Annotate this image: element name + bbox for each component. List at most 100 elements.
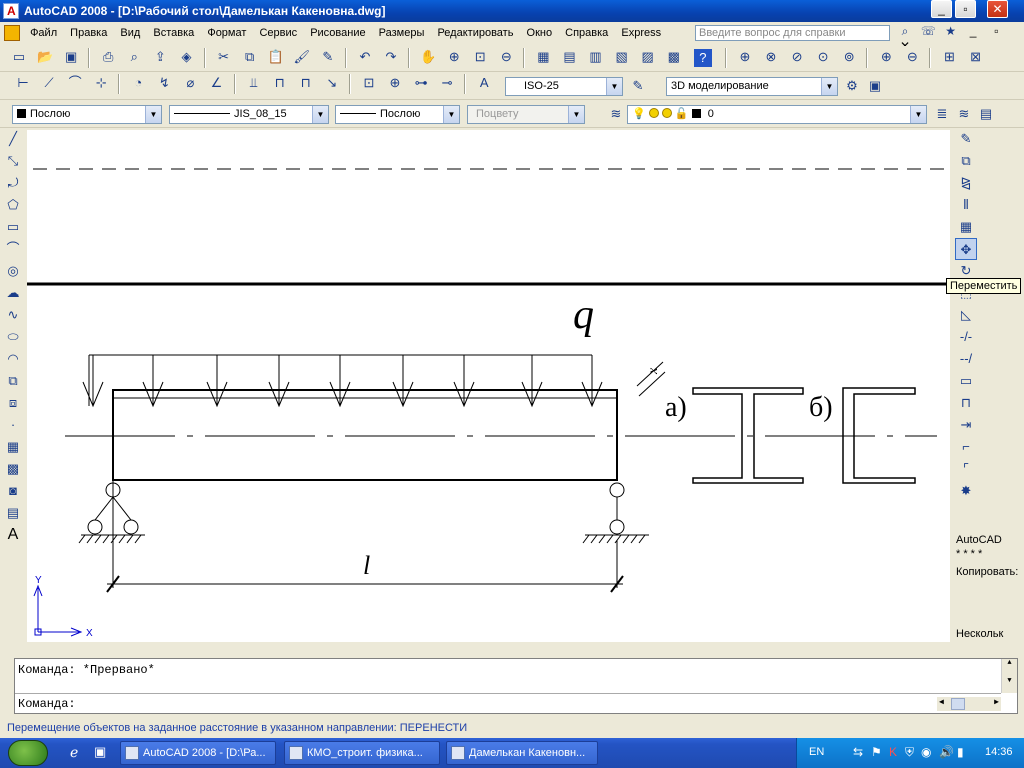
viewport-freeze-icon[interactable] <box>661 108 672 118</box>
stretch-icon[interactable]: ◺ <box>955 304 977 326</box>
doc-minimize-icon[interactable]: _ <box>963 24 983 38</box>
block-editor-icon[interactable]: ✎ <box>317 47 339 69</box>
lock-icon[interactable]: 🔓 <box>675 108 689 120</box>
sheet-set-icon[interactable]: ▧ <box>611 47 633 69</box>
match-properties-icon[interactable]: 🖌 <box>291 47 313 69</box>
3d-dwf-icon[interactable]: ◈ <box>175 47 197 69</box>
scroll-right-icon[interactable]: ▶ <box>994 697 999 707</box>
menu-dimension[interactable]: Размеры <box>374 22 430 44</box>
task-damelkan[interactable]: Дамелькан Какеновн... <box>446 741 598 765</box>
chevron-down-icon[interactable]: ▼ <box>145 106 161 123</box>
linetype-dropdown[interactable]: JIS_08_15 ▼ <box>169 105 329 124</box>
scroll-up-icon[interactable]: ▲ <box>1002 659 1017 667</box>
chevron-down-icon[interactable]: ▼ <box>821 78 837 95</box>
copy-object-icon[interactable]: ⧉ <box>955 150 977 172</box>
open-icon[interactable]: 📂 <box>34 47 56 69</box>
circle-icon[interactable]: ◎ <box>2 260 24 282</box>
linear-dim-icon[interactable]: ⊢ <box>12 73 34 95</box>
volume-icon[interactable]: 🔊 <box>939 745 954 759</box>
continue-dim-icon[interactable]: ⊓ <box>295 73 317 95</box>
pan-icon[interactable]: ✋ <box>417 47 439 69</box>
network-icon[interactable]: ⇆ <box>853 745 863 759</box>
revision-cloud-icon[interactable]: ☁ <box>2 282 24 304</box>
break-at-point-icon[interactable]: ▭ <box>955 370 977 392</box>
menu-draw[interactable]: Рисование <box>305 22 370 44</box>
autocad-app-icon[interactable] <box>3 3 19 19</box>
workspace-dropdown[interactable]: 3D моделирование ▼ <box>666 77 838 96</box>
jogged-linear-icon[interactable]: ⊸ <box>436 73 458 95</box>
lightbulb-icon[interactable]: 💡 <box>632 108 646 120</box>
update-icon[interactable]: ◉ <box>921 745 931 759</box>
angular-dim-icon[interactable]: ∠ <box>206 73 228 95</box>
properties-icon[interactable]: ▦ <box>532 47 554 69</box>
zoom-previous-icon[interactable]: ⊖ <box>495 47 517 69</box>
tool-palettes-icon[interactable]: ▥ <box>585 47 607 69</box>
line-icon[interactable]: ╱ <box>2 128 24 150</box>
new-icon[interactable]: ▭ <box>8 47 30 69</box>
point-icon[interactable]: · <box>2 414 24 436</box>
menu-help[interactable]: Справка <box>560 22 613 44</box>
ie-quicklaunch-icon[interactable]: ℯ <box>70 744 78 761</box>
move-icon[interactable]: ✥ <box>955 238 977 260</box>
markup-icon[interactable]: ▨ <box>637 47 659 69</box>
explode-icon[interactable]: ✸ <box>955 480 977 502</box>
communication-icon[interactable]: ☏ <box>918 24 938 38</box>
task-kmo[interactable]: КМО_строит. физика... <box>284 741 440 765</box>
layer-previous-icon[interactable]: ≋ <box>953 104 975 126</box>
close-button[interactable]: ✕ <box>987 0 1008 18</box>
task-autocad[interactable]: AutoCAD 2008 - [D:\Ра... <box>120 741 276 765</box>
design-center-icon[interactable]: ▤ <box>559 47 581 69</box>
publish-icon[interactable]: ⇪ <box>149 47 171 69</box>
minimize-button[interactable]: _ <box>931 0 952 18</box>
hatch-icon[interactable]: ▦ <box>2 436 24 458</box>
tolerance-icon[interactable]: ⊡ <box>358 73 380 95</box>
dim-style-manager-icon[interactable]: ✎ <box>627 76 649 98</box>
layer-dropdown[interactable]: 💡 🔓 0 ▼ <box>627 105 927 124</box>
show-desktop-icon[interactable]: ▣ <box>94 744 106 760</box>
zoom-realtime-2-icon[interactable]: ⊕ <box>734 47 756 69</box>
print-preview-icon[interactable]: ⌕ <box>123 47 145 69</box>
menu-edit[interactable]: Правка <box>65 22 112 44</box>
drawing-canvas[interactable]: q x <box>27 130 950 642</box>
menu-view[interactable]: Вид <box>115 22 145 44</box>
scroll-left-icon[interactable]: ◀ <box>939 697 944 707</box>
app-menu-icon[interactable] <box>4 25 20 41</box>
construction-line-icon[interactable]: ⤡ <box>2 150 24 172</box>
paste-icon[interactable]: 📋 <box>265 47 287 69</box>
menu-modify[interactable]: Редактировать <box>432 22 518 44</box>
color-dropdown[interactable]: Послою ▼ <box>12 105 162 124</box>
workspace-save-icon[interactable]: ▣ <box>864 76 886 98</box>
layer-manager-icon[interactable]: ≋ <box>605 104 627 126</box>
dim-edit-icon[interactable]: A <box>473 73 495 95</box>
jogged-dim-icon[interactable]: ↯ <box>153 73 175 95</box>
zoom-center-icon[interactable]: ⊚ <box>838 47 860 69</box>
multiline-text-icon[interactable]: A <box>2 524 24 546</box>
zoom-window-icon[interactable]: ⊡ <box>469 47 491 69</box>
print-icon[interactable]: ⎙ <box>97 47 119 69</box>
mirror-icon[interactable]: ⧎ <box>955 172 977 194</box>
scroll-thumb[interactable] <box>951 698 965 710</box>
undo-icon[interactable]: ↶ <box>354 47 376 69</box>
workspace-settings-icon[interactable]: ⚙ <box>841 76 863 98</box>
pinned-support[interactable] <box>78 482 145 544</box>
scroll-down-icon[interactable]: ▼ <box>1002 677 1017 685</box>
zoom-realtime-icon[interactable]: ⊕ <box>443 47 465 69</box>
fillet-icon[interactable]: ⌜ <box>955 458 977 480</box>
zoom-out-icon[interactable]: ⊖ <box>901 47 923 69</box>
battery-icon[interactable]: ▮ <box>957 745 964 759</box>
doc-restore-icon[interactable]: ▫ <box>986 24 1006 38</box>
menu-express[interactable]: Express <box>616 22 666 44</box>
menu-tools[interactable]: Сервис <box>254 22 302 44</box>
erase-icon[interactable]: ✎ <box>955 128 977 150</box>
zoom-dynamic-icon[interactable]: ⊘ <box>786 47 808 69</box>
copy-icon[interactable]: ⧉ <box>239 47 261 69</box>
zoom-all-icon[interactable]: ⊞ <box>939 47 961 69</box>
polyline-icon[interactable]: ⤾ <box>2 172 24 194</box>
help-icon[interactable]: ? <box>693 49 712 67</box>
insert-block-icon[interactable]: ⧉ <box>2 370 24 392</box>
help-search-input[interactable]: Введите вопрос для справки <box>695 25 890 41</box>
start-button[interactable] <box>8 740 48 766</box>
center-mark-icon[interactable]: ⊕ <box>384 73 406 95</box>
channel-section[interactable] <box>842 387 916 484</box>
baseline-dim-icon[interactable]: ⊓ <box>269 73 291 95</box>
